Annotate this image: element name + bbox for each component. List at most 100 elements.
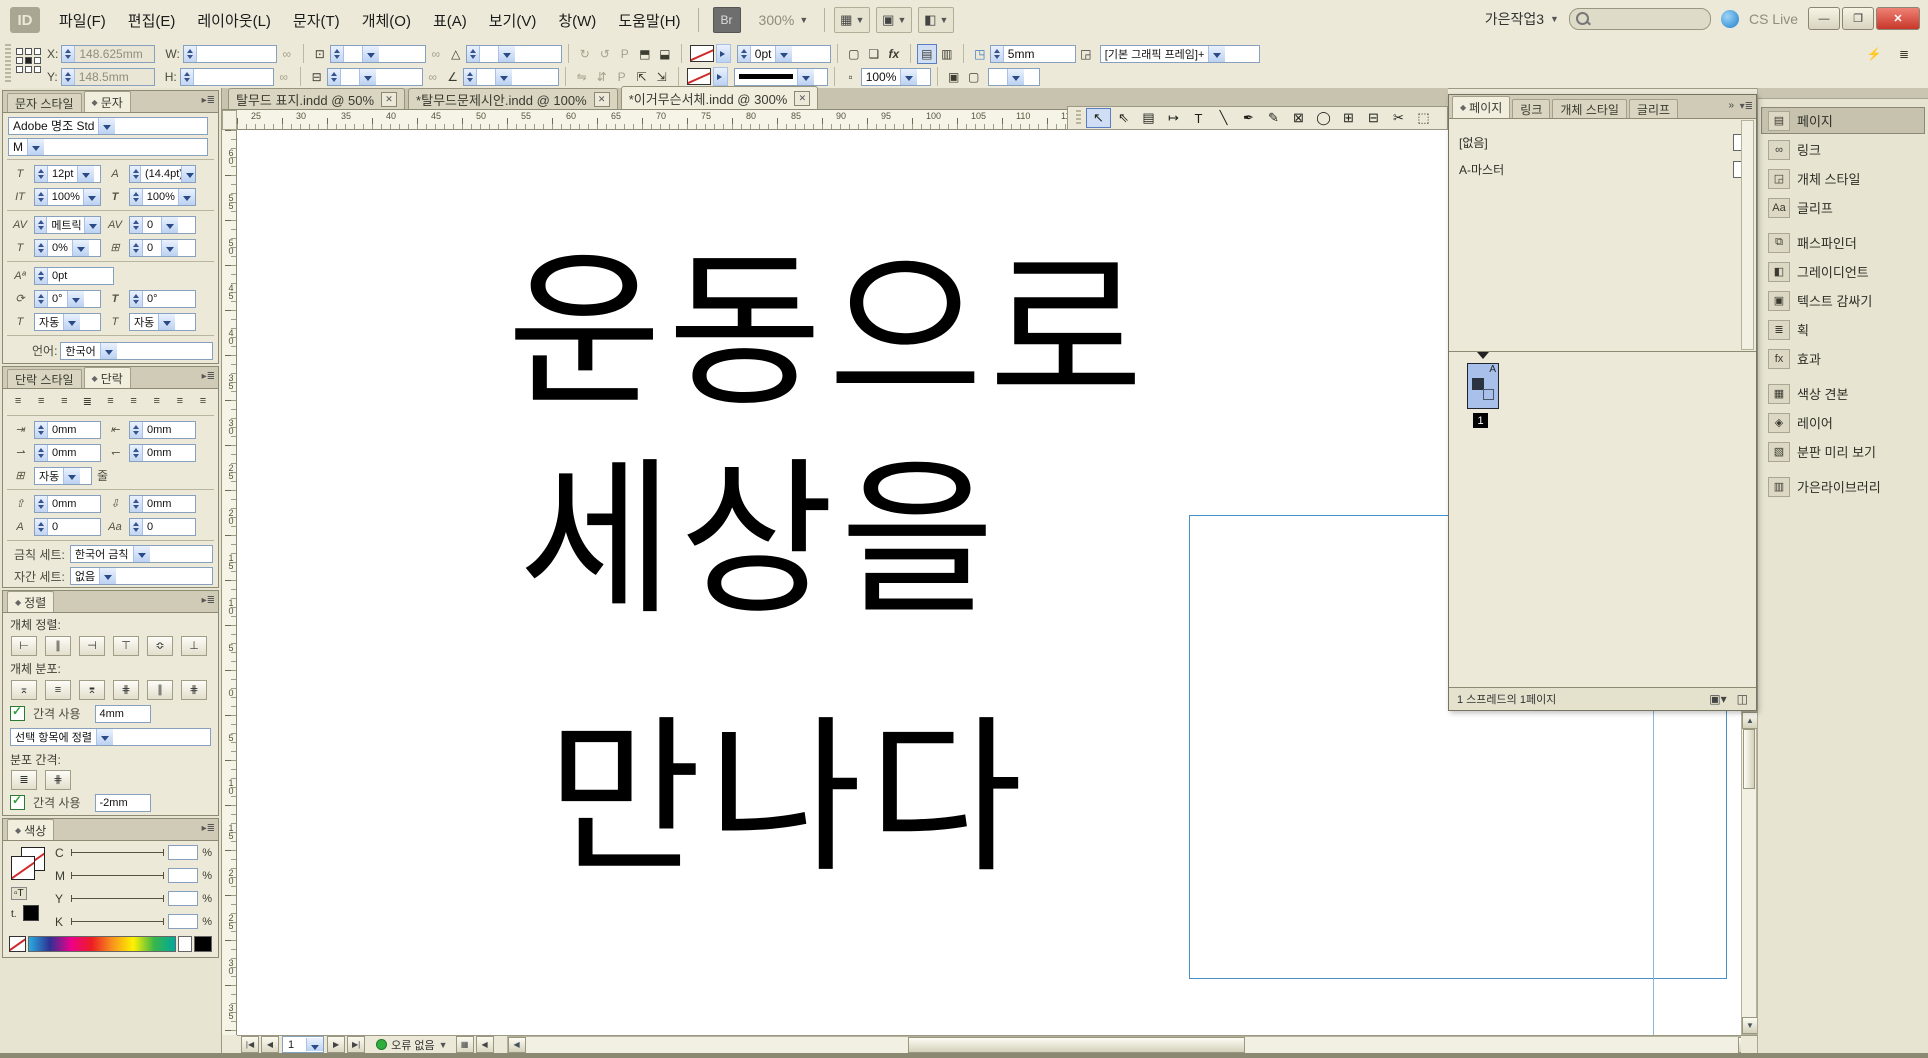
tool-button[interactable]: ✎ [1261, 108, 1286, 128]
stepper-icon[interactable] [130, 189, 143, 205]
black-slider[interactable] [71, 921, 164, 922]
tab-character-styles[interactable]: 문자 스타일 [7, 93, 82, 112]
screen-mode-button[interactable]: ▣▼ [876, 7, 912, 33]
panel-menu-icon[interactable]: ▸≣ [202, 371, 215, 382]
dropdown-icon[interactable] [99, 568, 116, 584]
menu-item[interactable]: 도움말(H) [607, 6, 691, 35]
spacing-field[interactable]: 4mm [95, 705, 151, 723]
dock-panel-button[interactable]: ◈ 레이어 [1761, 409, 1925, 436]
dropdown-icon[interactable] [63, 314, 80, 330]
distribute-button[interactable]: ⋕ [113, 680, 139, 700]
control-panel-menu-icon[interactable]: ≣ [1894, 44, 1914, 64]
stepper-icon[interactable] [130, 422, 143, 438]
tool-button[interactable]: ⊟ [1361, 108, 1386, 128]
stepper-icon[interactable] [991, 46, 1004, 62]
dropdown-icon[interactable] [775, 46, 792, 62]
master-page-row[interactable]: [없음] [1449, 129, 1756, 156]
constrain-proportions-icon[interactable]: ∞ [277, 44, 297, 64]
paragraph-align-button[interactable]: ≡ [7, 391, 29, 411]
last-page-button[interactable]: ▶| [347, 1036, 365, 1053]
dock-panel-button[interactable]: ▧ 분판 미리 보기 [1761, 438, 1925, 465]
skew-field[interactable]: 0° [129, 290, 196, 308]
leading-field[interactable]: (14.4pt) [129, 165, 196, 183]
right-indent-field[interactable]: 0mm [129, 421, 196, 439]
object-style-dropdown[interactable]: [기본 그래픽 프레임]+ [1100, 45, 1260, 63]
rotate-ccw-button[interactable]: ↺ [595, 44, 615, 64]
reference-point-proxy[interactable] [16, 48, 41, 73]
flip-horizontal-button[interactable]: ⇋ [572, 67, 592, 87]
kerning-field[interactable]: 메트릭 [34, 216, 101, 234]
tool-button[interactable]: T [1186, 108, 1211, 128]
stepper-icon[interactable] [331, 46, 344, 62]
magenta-value-field[interactable] [168, 868, 198, 883]
paragraph-align-button[interactable]: ≡ [169, 391, 191, 411]
ruler-origin[interactable] [222, 110, 237, 130]
dock-panel-button[interactable]: ▦ 색상 견본 [1761, 380, 1925, 407]
stepper-icon[interactable] [130, 445, 143, 461]
dock-panel-button[interactable]: ⧉ 패스파인더 [1761, 229, 1925, 256]
menu-item[interactable]: 레이아웃(L) [186, 6, 282, 35]
tab-color[interactable]: 색상 [7, 819, 54, 840]
grid-jidori-field[interactable]: 0 [129, 239, 196, 257]
use-spacing-checkbox[interactable] [10, 706, 25, 721]
stepper-icon[interactable] [467, 46, 480, 62]
menu-item[interactable]: 보기(V) [478, 6, 548, 35]
space-after-field[interactable]: 0mm [129, 495, 196, 513]
bridge-button[interactable]: Br [713, 7, 741, 33]
warichu-dropdown[interactable]: 자동 [129, 313, 196, 331]
horizontal-scrollbar[interactable]: ◀ ▶ [507, 1036, 1757, 1054]
distribute-button[interactable]: ⌆ [79, 680, 105, 700]
dropdown-icon[interactable] [158, 314, 175, 330]
go-to-child-button[interactable]: ⇲ [652, 67, 672, 87]
align-button[interactable]: ⊣ [79, 636, 105, 656]
yellow-slider[interactable] [71, 898, 164, 899]
menu-item[interactable]: 파일(F) [48, 6, 117, 35]
pages-panel-tab[interactable]: 링크 [1512, 99, 1550, 118]
tab-character[interactable]: 문자 [84, 91, 131, 112]
font-style-dropdown[interactable]: M [8, 138, 208, 156]
text-wrap-none-button[interactable]: ▣ [944, 67, 964, 87]
left-indent-field[interactable]: 0mm [34, 421, 101, 439]
font-family-dropdown[interactable]: Adobe 명조 Std [8, 117, 208, 135]
drop-cap-chars-field[interactable]: 0 [129, 518, 196, 536]
tool-button[interactable]: ⊠ [1286, 108, 1311, 128]
paragraph-align-button[interactable]: ≡ [53, 391, 75, 411]
panel-splitter[interactable] [1449, 351, 1756, 352]
cyan-value-field[interactable] [168, 845, 198, 860]
vertical-scroll-thumb[interactable] [1743, 729, 1755, 789]
vertical-scale-field[interactable]: 100% [34, 188, 101, 206]
document-tab[interactable]: *탈무드문제시안.indd @ 100% ✕ [408, 88, 618, 109]
stepper-icon[interactable] [35, 240, 48, 256]
text-wrap-bounding-button[interactable]: ▢ [964, 67, 984, 87]
tool-button[interactable]: ↖ [1086, 108, 1111, 128]
stepper-icon[interactable] [62, 46, 75, 62]
align-to-grid-off-button[interactable]: ▥ [937, 44, 957, 64]
chevron-down-icon[interactable]: ▼ [439, 1040, 448, 1050]
menu-item[interactable]: 창(W) [547, 6, 607, 35]
dropdown-icon[interactable] [498, 46, 515, 62]
language-dropdown[interactable]: 한국어 [60, 342, 213, 360]
close-tab-icon[interactable]: ✕ [381, 92, 397, 107]
drop-cap-lines-field[interactable]: 0 [34, 518, 101, 536]
dropdown-icon[interactable] [900, 69, 917, 85]
scroll-down-arrow[interactable]: ▼ [1742, 1017, 1758, 1034]
y-position-field[interactable]: 148.5mm [61, 68, 155, 86]
arrange-documents-button[interactable]: ◧▼ [918, 7, 954, 33]
baseline-shift-field[interactable]: 0pt [34, 267, 114, 285]
panel-grip[interactable] [5, 44, 11, 84]
shear-angle-field[interactable] [463, 68, 559, 86]
rotate-cw-button[interactable]: ↻ [575, 44, 595, 64]
dropdown-icon[interactable] [362, 46, 379, 62]
grid-alignment-dropdown[interactable]: 자동 [34, 313, 101, 331]
panel-menu-icon[interactable]: ▾≣ [1740, 101, 1753, 112]
last-line-indent-field[interactable]: 0mm [129, 444, 196, 462]
stepper-icon[interactable] [130, 166, 141, 182]
dropdown-icon[interactable] [98, 118, 115, 134]
stepper-icon[interactable] [130, 217, 143, 233]
stroke-color-swatch[interactable] [690, 45, 714, 62]
panel-menu-icon[interactable]: ▸≣ [202, 595, 215, 606]
black-value-field[interactable] [168, 914, 198, 929]
dropdown-icon[interactable] [161, 240, 178, 256]
delete-page-icon[interactable]: ◫ [1737, 692, 1748, 706]
select-content-button[interactable]: ⬓ [655, 44, 675, 64]
